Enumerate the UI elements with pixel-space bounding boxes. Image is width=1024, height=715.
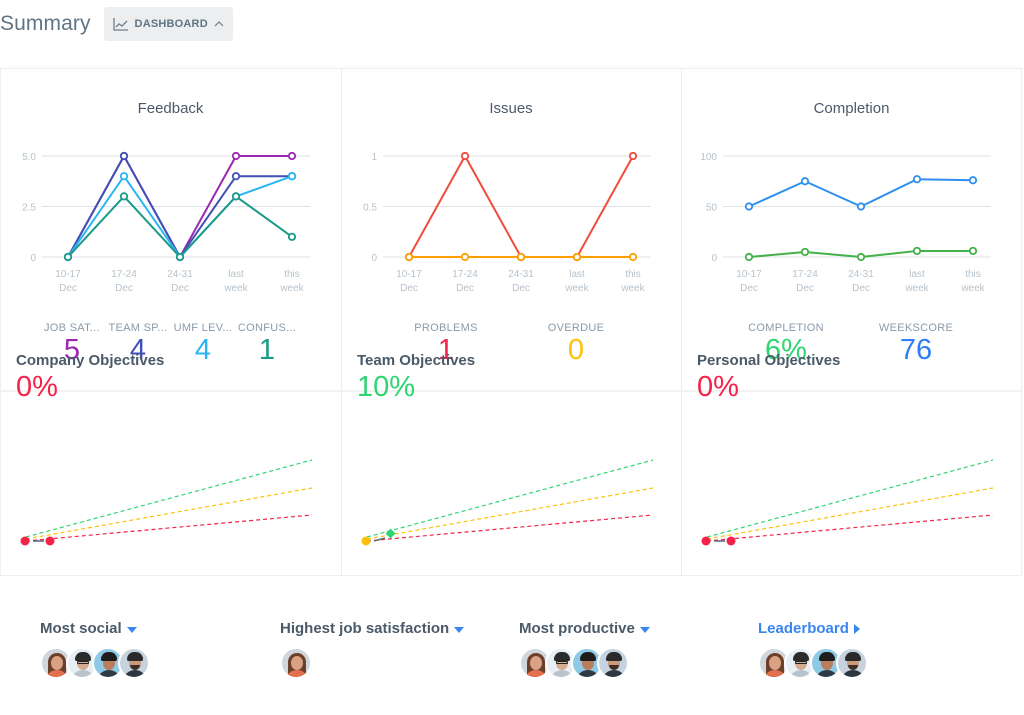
section-title: Most productive <box>519 620 635 637</box>
leaderboard-link[interactable]: Leaderboard <box>758 620 862 637</box>
target-guide-red <box>366 514 654 542</box>
caret-right-icon <box>853 623 860 634</box>
target-guide-red <box>706 514 994 542</box>
team-objectives-card[interactable]: Team Objectives 10% <box>341 0 681 576</box>
target-guide-red <box>25 514 313 542</box>
target-guide-green <box>366 459 654 538</box>
target-guide-yellow <box>366 487 654 540</box>
avatar-group <box>280 647 464 679</box>
caret-down-icon <box>454 626 465 633</box>
personal-objectives-card[interactable]: Personal Objectives 0% <box>681 0 1022 576</box>
objective-progress-chart <box>20 459 313 546</box>
start-marker <box>701 536 711 546</box>
avatar[interactable] <box>118 647 150 679</box>
start-marker <box>361 536 371 546</box>
avatar-group <box>758 647 868 679</box>
leaderboard-section: Leaderboard <box>758 620 868 679</box>
most-social-dropdown[interactable]: Most social <box>40 620 144 637</box>
most-productive-section: Most productive <box>519 620 650 679</box>
target-guide-green <box>706 459 994 538</box>
end-marker <box>45 536 55 546</box>
section-title: Leaderboard <box>758 620 849 637</box>
caret-down-icon <box>126 626 137 633</box>
company-objectives-card[interactable]: Company Objectives 0% <box>0 0 341 576</box>
section-title: Highest job satisfaction <box>280 620 450 637</box>
caret-down-icon <box>639 626 650 633</box>
objective-progress-chart <box>361 459 654 546</box>
section-title: Most social <box>40 620 122 637</box>
start-marker <box>20 536 30 546</box>
avatar[interactable] <box>836 647 868 679</box>
end-marker-diamond <box>385 528 396 539</box>
highest-job-satisfaction-section: Highest job satisfaction <box>280 620 465 679</box>
target-guide-yellow <box>25 487 313 540</box>
avatar[interactable] <box>280 647 312 679</box>
avatar[interactable] <box>597 647 629 679</box>
most-social-section: Most social <box>40 620 150 679</box>
most-productive-dropdown[interactable]: Most productive <box>519 620 650 637</box>
highest-job-satisfaction-dropdown[interactable]: Highest job satisfaction <box>280 620 465 637</box>
avatar-group <box>40 647 150 679</box>
target-guide-yellow <box>706 487 994 540</box>
target-guide-green <box>25 459 313 538</box>
end-marker <box>726 536 736 546</box>
objective-progress-chart <box>701 459 994 546</box>
avatar-group <box>519 647 650 679</box>
